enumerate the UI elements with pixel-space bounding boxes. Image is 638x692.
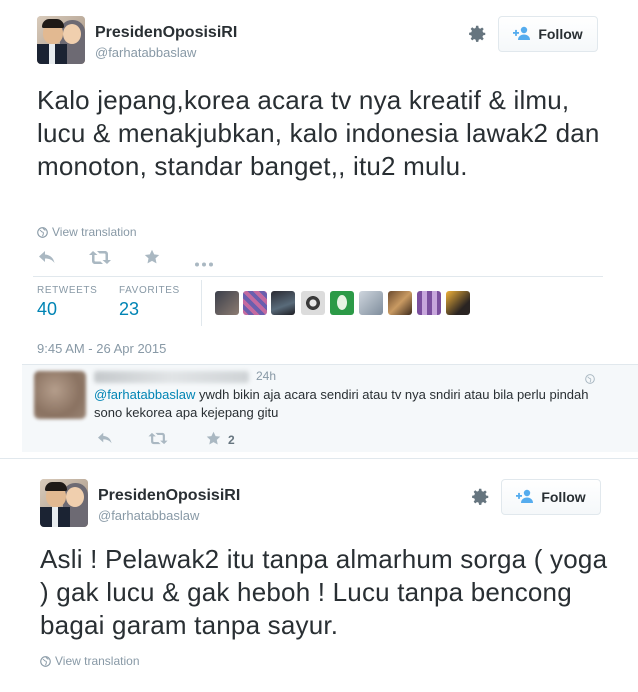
tweet-text: Asli ! Pelawak2 itu tanpa almarhum sorga… bbox=[40, 544, 608, 640]
reply-favorite-count: 2 bbox=[228, 433, 235, 447]
retweets-count[interactable]: 40 bbox=[37, 299, 57, 320]
profile-avatar[interactable] bbox=[37, 16, 85, 64]
star-icon[interactable] bbox=[206, 431, 221, 451]
add-user-icon bbox=[516, 489, 534, 506]
reply-time[interactable]: 24h bbox=[256, 369, 276, 383]
favoriter-avatar[interactable] bbox=[417, 291, 441, 315]
favoriter-avatar[interactable] bbox=[215, 291, 239, 315]
globe-icon bbox=[585, 371, 595, 384]
favoriter-avatar[interactable] bbox=[243, 291, 267, 315]
reply-icon[interactable] bbox=[38, 249, 56, 270]
stats-divider bbox=[201, 280, 202, 326]
favoriter-avatar[interactable] bbox=[446, 291, 470, 315]
profile-avatar[interactable] bbox=[40, 479, 88, 527]
view-translation-label: View translation bbox=[52, 225, 137, 239]
user-handle[interactable]: @farhatabbaslaw bbox=[95, 45, 196, 60]
retweets-label: RETWEETS bbox=[37, 285, 98, 296]
divider bbox=[33, 276, 603, 277]
favoriter-avatar[interactable] bbox=[330, 291, 354, 315]
globe-icon bbox=[37, 226, 48, 238]
tweet-permalink: PresidenOposisiRI @farhatabbaslaw Follow… bbox=[0, 458, 638, 692]
reply-text: @farhatabbaslaw ywdh bikin aja acara sen… bbox=[94, 386, 614, 422]
tweet-permalink: PresidenOposisiRI @farhatabbaslaw Follow… bbox=[0, 0, 638, 452]
display-name[interactable]: PresidenOposisiRI bbox=[98, 487, 240, 505]
more-icon[interactable] bbox=[194, 254, 214, 272]
favoriter-avatar[interactable] bbox=[359, 291, 383, 315]
reply-avatar[interactable] bbox=[34, 371, 86, 419]
follow-button[interactable]: Follow bbox=[501, 479, 601, 515]
view-translation-link[interactable]: View translation bbox=[37, 225, 137, 239]
add-user-icon bbox=[513, 26, 531, 43]
follow-button[interactable]: Follow bbox=[498, 16, 598, 52]
reply-author-redacted bbox=[94, 371, 249, 383]
display-name[interactable]: PresidenOposisiRI bbox=[95, 24, 237, 42]
tweet-timestamp[interactable]: 9:45 AM - 26 Apr 2015 bbox=[37, 341, 166, 356]
retweet-icon[interactable] bbox=[148, 432, 168, 450]
favorites-label: FAVORITES bbox=[119, 285, 180, 296]
globe-icon bbox=[40, 655, 51, 667]
gear-icon[interactable] bbox=[466, 23, 488, 45]
view-translation-link[interactable]: View translation bbox=[40, 654, 140, 668]
favorites-count[interactable]: 23 bbox=[119, 299, 139, 320]
view-translation-label: View translation bbox=[55, 654, 140, 668]
reply-mention[interactable]: @farhatabbaslaw bbox=[94, 387, 195, 402]
follow-label: Follow bbox=[538, 26, 583, 42]
tweet-text: Kalo jepang,korea acara tv nya kreatif &… bbox=[37, 85, 600, 181]
gear-icon[interactable] bbox=[469, 486, 491, 508]
favoriter-avatar[interactable] bbox=[301, 291, 325, 315]
reply-icon[interactable] bbox=[97, 431, 113, 450]
user-handle[interactable]: @farhatabbaslaw bbox=[98, 508, 199, 523]
retweet-icon[interactable] bbox=[89, 250, 111, 270]
follow-label: Follow bbox=[541, 489, 586, 505]
favoriter-avatar[interactable] bbox=[388, 291, 412, 315]
reply-item[interactable]: 24h @farhatabbaslaw ywdh bikin aja acara… bbox=[22, 364, 638, 452]
favoriter-avatar[interactable] bbox=[271, 291, 295, 315]
star-icon[interactable] bbox=[144, 249, 160, 270]
